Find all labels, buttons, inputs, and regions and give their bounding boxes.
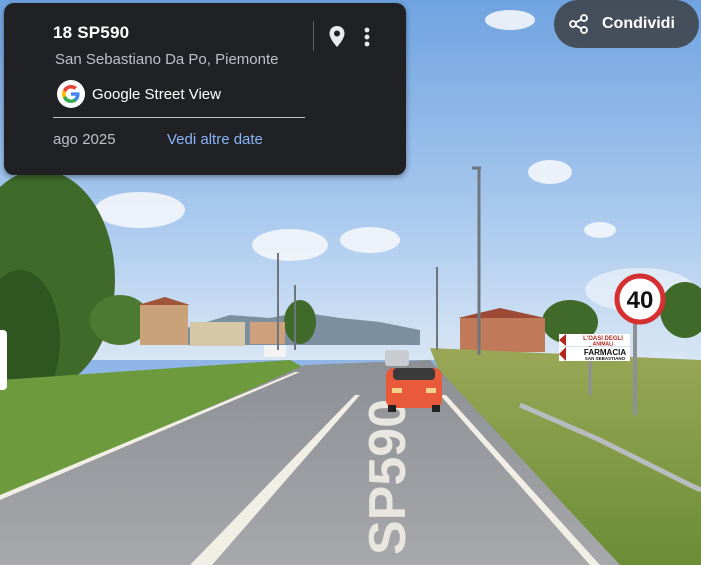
side-panel-toggle[interactable]: [0, 330, 7, 390]
street-view-label: Google Street View: [92, 85, 221, 103]
share-icon: [569, 14, 588, 34]
capture-date: ago 2025: [53, 131, 116, 148]
location-info-card: 18 SP590 San Sebastiano Da Po, Piemonte …: [4, 3, 406, 175]
location-subtitle: San Sebastiano Da Po, Piemonte: [55, 51, 279, 68]
google-g-logo-icon: [57, 80, 85, 108]
svg-text:SAN SEBASTIANO: SAN SEBASTIANO: [585, 356, 626, 361]
speed-limit-value: 40: [627, 287, 654, 314]
more-vertical-icon[interactable]: [356, 22, 378, 52]
road-marking-text: SP590: [359, 399, 417, 555]
divider: [53, 117, 305, 118]
white-van: [264, 345, 286, 357]
see-more-dates-link[interactable]: Vedi altre date: [167, 131, 263, 148]
location-pin-icon[interactable]: [326, 22, 348, 52]
distant-car: [385, 350, 409, 366]
google-street-view-badge: Google Street View: [57, 79, 221, 109]
share-button[interactable]: Condividi: [554, 0, 699, 48]
red-car: [386, 368, 442, 412]
svg-text:ANIMALI: ANIMALI: [593, 342, 614, 348]
divider: [313, 21, 314, 51]
share-label: Condividi: [602, 15, 675, 32]
location-title: 18 SP590: [53, 23, 130, 42]
